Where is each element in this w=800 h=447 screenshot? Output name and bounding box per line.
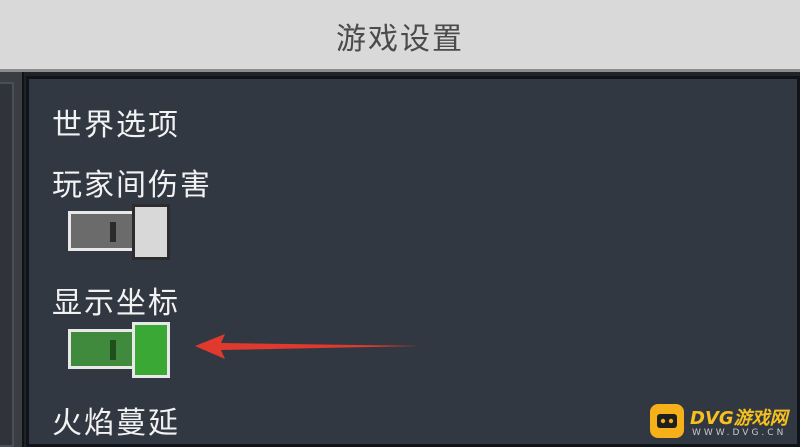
watermark: DVG游戏网 WWW.DVG.CN [650, 400, 800, 447]
show-coordinates-toggle-knob[interactable] [132, 322, 170, 378]
pvp-label: 玩家间伤害 [52, 168, 212, 203]
show-coordinates-toggle[interactable] [68, 322, 170, 378]
pvp-toggle-indicator [110, 222, 116, 242]
gamepad-logo-icon [650, 404, 684, 438]
left-sidebar-strip-inner [0, 82, 14, 447]
window-title: 游戏设置 [336, 22, 464, 57]
fire-spread-label: 火焰蔓延 [52, 406, 180, 441]
pvp-toggle[interactable] [68, 204, 170, 260]
watermark-domain: WWW.DVG.CN [692, 428, 787, 438]
show-coordinates-label: 显示坐标 [52, 286, 180, 321]
red-arrow-annotation [195, 334, 420, 359]
title-bar: 游戏设置 [0, 0, 800, 72]
pvp-toggle-knob[interactable] [132, 204, 170, 260]
left-sidebar-strip[interactable] [0, 72, 24, 447]
show-coordinates-toggle-indicator [110, 340, 116, 360]
section-heading-world-options: 世界选项 [52, 108, 180, 143]
watermark-brand: DVG游戏网 [690, 408, 788, 429]
